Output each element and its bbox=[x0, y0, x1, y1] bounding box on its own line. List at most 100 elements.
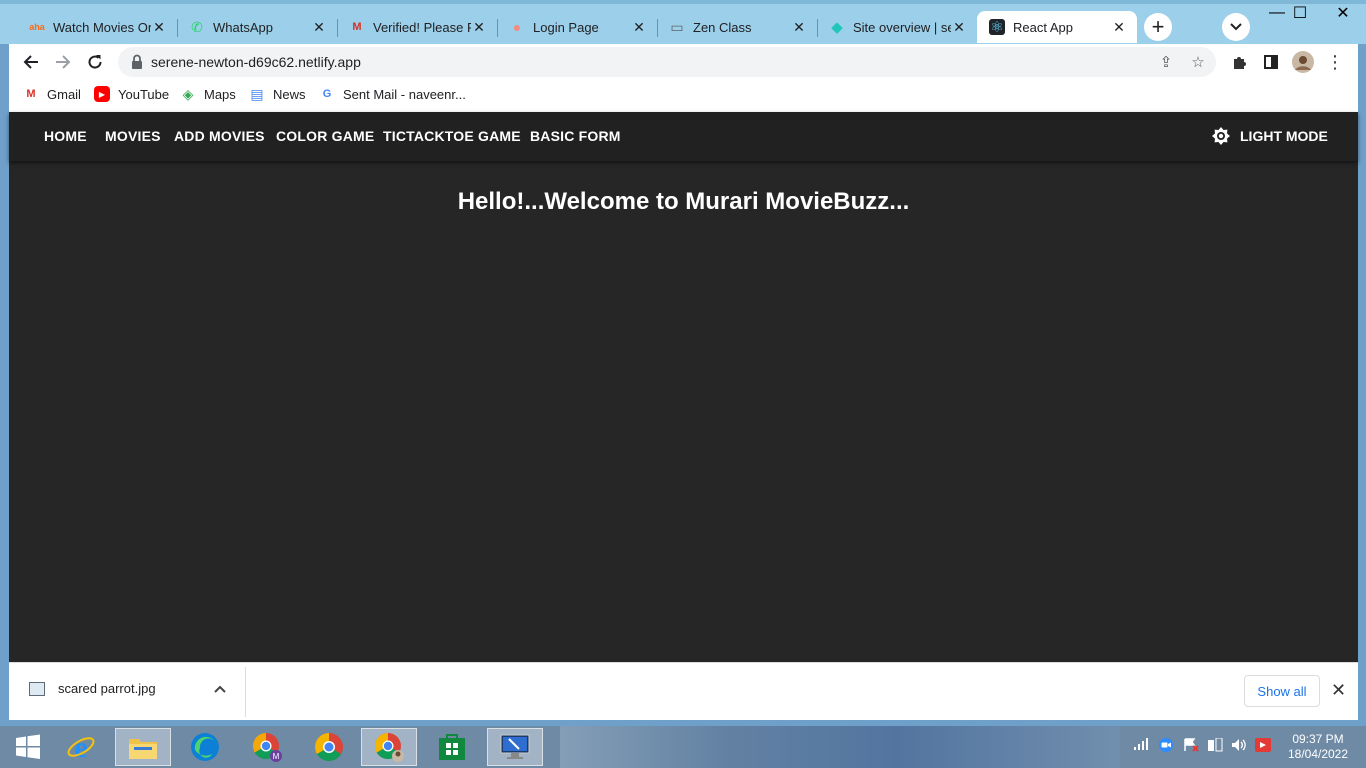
nav-tictacktoe-game[interactable]: TICTACKTOE GAME bbox=[383, 128, 521, 144]
nav-home[interactable]: HOME bbox=[44, 128, 87, 144]
tab-title: Verified! Please Pr bbox=[373, 19, 471, 35]
zoom-icon[interactable] bbox=[1158, 738, 1174, 755]
tab-3[interactable]: ● Login Page ✕ bbox=[497, 11, 657, 43]
chevron-down-icon bbox=[1230, 23, 1242, 31]
bookmark-maps[interactable]: ◈ Maps bbox=[180, 86, 236, 102]
share-icon[interactable]: ⇪ bbox=[1156, 52, 1176, 72]
power-icon[interactable] bbox=[1207, 737, 1223, 755]
chrome-icon[interactable] bbox=[301, 728, 357, 766]
download-filename: scared parrot.jpg bbox=[58, 681, 156, 696]
flag-alert-icon[interactable] bbox=[1183, 738, 1199, 755]
chevron-up-icon bbox=[214, 685, 226, 693]
tab-search-button[interactable] bbox=[1222, 13, 1250, 41]
profile-avatar[interactable] bbox=[1291, 50, 1315, 74]
nav-add-movies[interactable]: ADD MOVIES bbox=[174, 128, 265, 144]
google-icon: G bbox=[322, 88, 332, 100]
bookmark-news[interactable]: ▤ News bbox=[249, 86, 306, 102]
volume-icon[interactable] bbox=[1231, 738, 1247, 755]
nav-movies[interactable]: MOVIES bbox=[105, 128, 161, 144]
back-button[interactable] bbox=[17, 48, 45, 76]
tab-4[interactable]: ▭ Zen Class ✕ bbox=[657, 11, 817, 43]
bookmark-label: YouTube bbox=[118, 86, 170, 102]
forward-button[interactable] bbox=[49, 48, 77, 76]
chrome-active-icon[interactable] bbox=[361, 728, 417, 766]
close-shelf-button[interactable]: ✕ bbox=[1331, 680, 1346, 701]
windows-taskbar: e M 09:37 PM 18/04/2022 bbox=[0, 726, 1366, 768]
tab-title: WhatsApp bbox=[213, 19, 273, 35]
bookmark-label: Sent Mail - naveenr... bbox=[343, 86, 466, 102]
reload-icon bbox=[88, 55, 102, 69]
forward-arrow-icon bbox=[56, 55, 71, 69]
notification-app-icon[interactable] bbox=[1255, 738, 1271, 755]
reload-button[interactable] bbox=[81, 48, 109, 76]
download-item[interactable]: scared parrot.jpg bbox=[29, 681, 156, 696]
tab-0[interactable]: aha Watch Movies Onl ✕ bbox=[17, 11, 177, 43]
close-icon[interactable]: ✕ bbox=[471, 19, 487, 36]
close-icon[interactable]: ✕ bbox=[631, 19, 647, 36]
close-icon[interactable]: ✕ bbox=[151, 19, 167, 36]
browser-toolbar: serene-newton-d69c62.netlify.app ⇪ ☆ ⋮ bbox=[9, 44, 1358, 80]
tab-title: Zen Class bbox=[693, 19, 752, 35]
download-options-button[interactable] bbox=[214, 681, 226, 696]
download-shelf: scared parrot.jpg Show all ✕ bbox=[9, 662, 1358, 720]
aha-icon: aha bbox=[29, 22, 45, 32]
tab-2[interactable]: M Verified! Please Pr ✕ bbox=[337, 11, 497, 43]
lock-icon[interactable] bbox=[130, 54, 144, 70]
close-icon[interactable]: ✕ bbox=[311, 19, 327, 36]
bookmark-gmail[interactable]: M Gmail bbox=[23, 86, 81, 102]
divider bbox=[245, 667, 246, 717]
bookmark-star-icon[interactable]: ☆ bbox=[1188, 52, 1208, 72]
app-navbar: HOME MOVIES ADD MOVIES COLOR GAME TICTAC… bbox=[9, 112, 1358, 161]
side-panel-icon[interactable] bbox=[1259, 50, 1283, 74]
file-explorer-icon[interactable] bbox=[115, 728, 171, 766]
bookmarks-bar: M Gmail ▶ YouTube ◈ Maps ▤ News G Sent M… bbox=[9, 80, 1358, 112]
react-icon: ⚛ bbox=[989, 19, 1005, 36]
gmail-icon: M bbox=[352, 21, 362, 33]
bookmark-label: Maps bbox=[204, 86, 236, 102]
bookmark-label: Gmail bbox=[47, 86, 81, 102]
remote-desktop-icon[interactable] bbox=[487, 728, 543, 766]
close-window-button[interactable]: ✕ bbox=[1320, 0, 1366, 26]
bookmark-label: News bbox=[273, 86, 306, 102]
svg-text:M: M bbox=[273, 752, 280, 761]
light-mode-button[interactable]: LIGHT MODE bbox=[1211, 126, 1328, 146]
nav-color-game[interactable]: COLOR GAME bbox=[276, 128, 374, 144]
network-signal-icon[interactable] bbox=[1134, 738, 1150, 753]
edge-icon[interactable] bbox=[177, 728, 233, 766]
menu-kebab-icon[interactable]: ⋮ bbox=[1323, 50, 1347, 74]
address-bar[interactable]: serene-newton-d69c62.netlify.app ⇪ ☆ bbox=[118, 47, 1216, 77]
chrome-profile-m-icon[interactable]: M bbox=[239, 728, 295, 766]
login-icon: ● bbox=[512, 19, 522, 35]
internet-explorer-icon[interactable]: e bbox=[53, 728, 109, 766]
zen-icon: ▭ bbox=[670, 18, 684, 35]
close-icon[interactable]: ✕ bbox=[951, 19, 967, 36]
whatsapp-icon: ✆ bbox=[191, 18, 203, 35]
close-icon[interactable]: ✕ bbox=[791, 19, 807, 36]
maximize-button[interactable]: ☐ bbox=[1277, 0, 1323, 26]
tab-1[interactable]: ✆ WhatsApp ✕ bbox=[177, 11, 337, 43]
svg-text:e: e bbox=[74, 732, 87, 762]
tab-title: React App bbox=[1013, 19, 1073, 35]
tab-6-active[interactable]: ⚛ React App ✕ bbox=[977, 11, 1137, 43]
tab-title: Login Page bbox=[533, 19, 599, 35]
start-icon[interactable] bbox=[0, 728, 56, 766]
brightness-icon bbox=[1212, 127, 1230, 145]
desktop-wallpaper bbox=[560, 726, 1120, 768]
show-all-button[interactable]: Show all bbox=[1244, 675, 1320, 707]
extensions-puzzle-icon[interactable] bbox=[1227, 50, 1251, 74]
url-text[interactable]: serene-newton-d69c62.netlify.app bbox=[151, 54, 361, 70]
bookmark-youtube[interactable]: ▶ YouTube bbox=[94, 86, 169, 102]
tab-5[interactable]: ◆ Site overview | ser ✕ bbox=[817, 11, 977, 43]
image-file-icon bbox=[29, 681, 45, 696]
clock-time: 09:37 PM bbox=[1292, 732, 1344, 746]
page-content: HOME MOVIES ADD MOVIES COLOR GAME TICTAC… bbox=[9, 112, 1358, 662]
window-frame bbox=[0, 0, 1366, 4]
close-icon[interactable]: ✕ bbox=[1111, 19, 1127, 36]
welcome-heading: Hello!...Welcome to Murari MovieBuzz... bbox=[457, 188, 910, 215]
tab-strip: aha Watch Movies Onl ✕ ✆ WhatsApp ✕ M Ve… bbox=[0, 0, 1366, 44]
store-icon[interactable] bbox=[424, 728, 480, 766]
system-clock[interactable]: 09:37 PM 18/04/2022 bbox=[1286, 732, 1350, 762]
bookmark-sent-mail[interactable]: G Sent Mail - naveenr... bbox=[319, 86, 466, 102]
nav-basic-form[interactable]: BASIC FORM bbox=[530, 128, 621, 144]
new-tab-button[interactable]: + bbox=[1144, 13, 1172, 41]
